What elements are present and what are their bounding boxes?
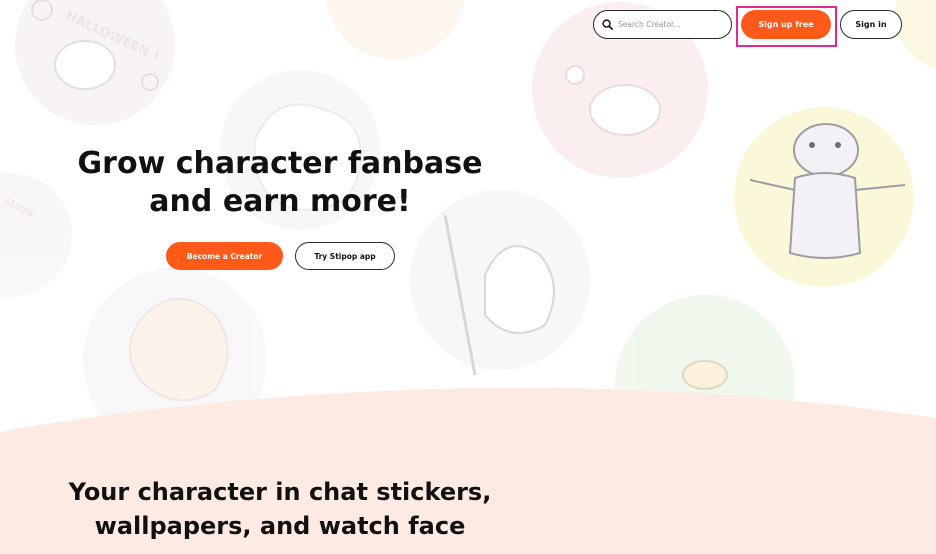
hero-title: Grow character fanbase and earn more!	[60, 145, 500, 221]
sticker-halloween: HALLOWEEN !	[15, 0, 175, 125]
sign-up-free-button[interactable]: Sign up free	[741, 10, 831, 39]
section-title: Your character in chat stickers, wallpap…	[40, 475, 520, 543]
try-stipop-app-button[interactable]: Try Stipop app	[295, 242, 395, 270]
search-box[interactable]	[593, 10, 732, 39]
search-icon	[602, 19, 613, 30]
hero-title-line-2: and earn more!	[149, 184, 411, 219]
become-a-creator-button[interactable]: Become a Creator	[166, 242, 283, 270]
background-illustrations: HALLOWEEN ! Maow	[0, 0, 936, 554]
sign-in-button[interactable]: Sign in	[840, 10, 902, 39]
search-input[interactable]	[618, 20, 722, 29]
section-title-line-2: wallpapers, and watch face	[94, 512, 466, 540]
sticker-yellow-monkey	[734, 107, 914, 287]
hero-title-line-1: Grow character fanbase	[77, 146, 483, 181]
section-title-line-1: Your character in chat stickers,	[68, 478, 492, 506]
